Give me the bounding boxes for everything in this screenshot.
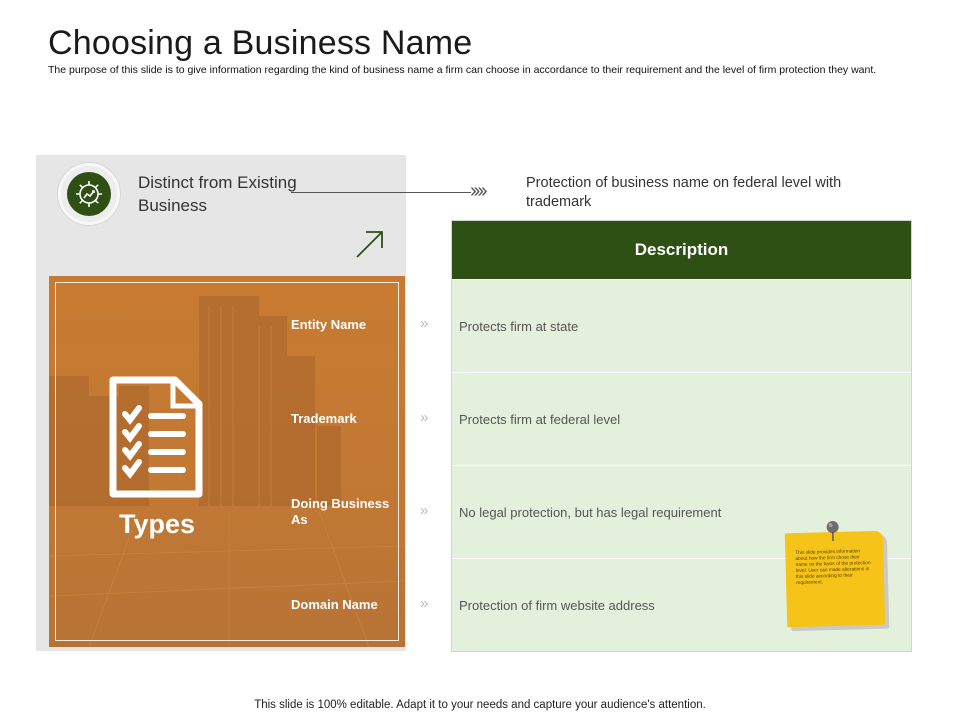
slide-title: Choosing a Business Name [48,24,473,62]
connector-line [291,192,471,193]
type-item-domain-name: Domain Name [291,597,378,612]
type-item-trademark: Trademark [291,411,357,426]
gear-growth-icon [76,181,102,207]
chevron-right-icon: » [420,502,428,519]
type-item-doing-business-as: Doing Business As [291,496,390,527]
types-panel: Types Entity Name Trademark Doing Busine… [49,276,405,647]
chevron-right-icon: » [420,315,428,332]
chevron-right-icon: » [420,409,428,426]
gear-badge [58,163,120,225]
chevron-right-icon: » [420,595,428,612]
sticky-note: This slide provides information about ho… [784,521,886,628]
checklist-document-icon [109,376,203,498]
footer-note: This slide is 100% editable. Adapt it to… [254,699,706,711]
chevron-right-icon: ›››› [470,180,488,202]
table-row: Protects firm at federal level [452,372,911,465]
sticky-note-text: This slide provides information about ho… [795,549,871,587]
arrow-up-right-icon [356,231,383,258]
table-row: Protects firm at state [452,279,911,372]
slide-subtitle: The purpose of this slide is to give inf… [48,64,877,76]
type-item-entity-name: Entity Name [291,317,367,332]
pushpin-icon [826,521,839,542]
protection-label: Protection of business name on federal l… [526,175,842,210]
distinct-label: Distinct from Existing Business [138,173,297,215]
table-header: Description [452,221,911,279]
types-label: Types [119,509,196,539]
